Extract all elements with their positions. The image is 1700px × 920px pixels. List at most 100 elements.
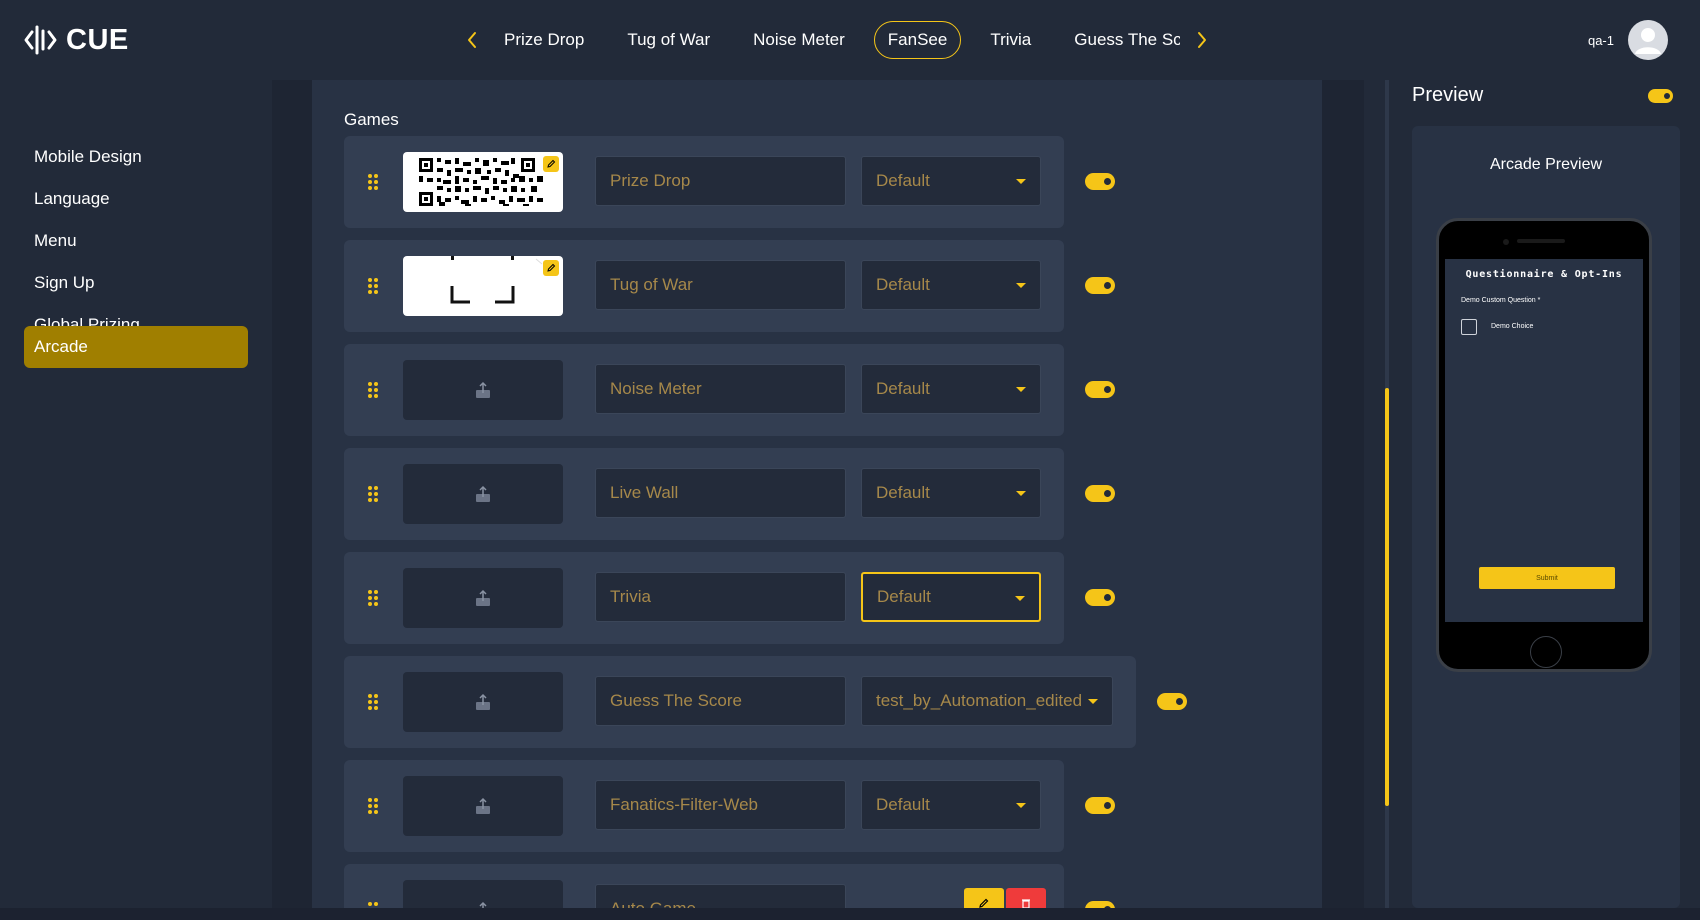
tab-tug-of-war[interactable]: Tug of War — [613, 21, 724, 59]
sidebar-item-sign-up[interactable]: Sign Up — [24, 262, 248, 304]
game-name-input[interactable] — [595, 156, 846, 206]
upload-icon — [476, 485, 490, 502]
game-name-input[interactable] — [595, 884, 846, 908]
games-panel: Games Prize Drop Default Tug of War Defa… — [312, 80, 1322, 908]
choice-checkbox[interactable] — [1461, 319, 1477, 335]
bottom-strip — [0, 908, 1700, 920]
user-name: qa-1 — [1587, 32, 1614, 48]
game-row: Default — [344, 240, 1115, 332]
drag-handle-icon[interactable] — [368, 590, 378, 606]
upload-icon — [479, 901, 487, 908]
user-icon — [1635, 28, 1661, 54]
theme-select[interactable]: Default — [861, 780, 1041, 830]
edit-thumbnail-button[interactable] — [543, 156, 559, 172]
theme-select[interactable]: Default — [861, 572, 1041, 622]
delete-game-button[interactable] — [1006, 888, 1046, 908]
tab-fansee[interactable]: FanSee — [873, 21, 962, 59]
upload-icon — [476, 589, 490, 606]
games-title: Games — [344, 110, 399, 129]
theme-select[interactable]: test_by_Automation_edited — [861, 676, 1113, 726]
tabs-prev-button[interactable] — [462, 26, 482, 54]
game-name-input[interactable] — [595, 260, 846, 310]
drag-handle-icon[interactable] — [368, 486, 378, 502]
game-name-input[interactable] — [595, 780, 846, 830]
game-enabled-toggle[interactable] — [1157, 693, 1187, 710]
corner-frame-image — [450, 256, 543, 304]
game-name-input[interactable] — [595, 676, 846, 726]
caret-down-icon — [1088, 699, 1098, 704]
drag-handle-icon[interactable] — [368, 278, 378, 294]
caret-down-icon — [1016, 179, 1026, 184]
drag-handle-icon[interactable] — [368, 798, 378, 814]
scrollbar[interactable] — [1385, 80, 1389, 908]
theme-select-value: Default — [876, 379, 930, 398]
sidebar-item-menu[interactable]: Menu — [24, 220, 248, 262]
caret-down-icon — [1016, 803, 1026, 808]
phone-camera — [1503, 239, 1509, 245]
drag-handle-icon[interactable] — [368, 382, 378, 398]
submit-button[interactable]: Submit — [1479, 567, 1615, 589]
edit-thumbnail-button[interactable] — [543, 260, 559, 276]
tabs-next-button[interactable] — [1192, 26, 1212, 54]
user-menu[interactable]: qa-1 — [1588, 20, 1668, 60]
phone-speaker — [1517, 239, 1565, 243]
caret-down-icon — [1016, 387, 1026, 392]
upload-thumbnail-button[interactable] — [403, 776, 563, 836]
upload-thumbnail-button[interactable] — [403, 360, 563, 420]
caret-down-icon — [1016, 491, 1026, 496]
tab-guess-the-score[interactable]: Guess The Score — [1060, 21, 1180, 59]
upload-thumbnail-button[interactable] — [403, 568, 563, 628]
theme-select[interactable]: Default — [861, 364, 1041, 414]
edit-icon — [979, 898, 989, 908]
upload-thumbnail-button[interactable] — [403, 672, 563, 732]
trash-icon — [1022, 899, 1030, 908]
sidebar-item-language[interactable]: Language — [24, 178, 248, 220]
phone-mockup: Questionnaire & Opt-Ins Demo Custom Ques… — [1436, 218, 1652, 672]
game-enabled-toggle[interactable] — [1085, 173, 1115, 190]
game-name-input[interactable] — [595, 364, 846, 414]
qr-code-image — [417, 156, 547, 208]
game-enabled-toggle[interactable] — [1085, 277, 1115, 294]
sidebar-item-mobile-design[interactable]: Mobile Design — [24, 136, 248, 178]
sidebar-item-arcade[interactable]: Arcade — [24, 326, 248, 368]
theme-select-value: Default — [876, 795, 930, 814]
theme-select[interactable]: Default — [861, 468, 1041, 518]
caret-down-icon — [1016, 283, 1026, 288]
theme-select[interactable]: Default — [861, 156, 1041, 206]
game-name-input[interactable] — [595, 468, 846, 518]
tab-trivia[interactable]: Trivia — [976, 21, 1045, 59]
edit-game-button[interactable] — [964, 888, 1004, 908]
logo[interactable]: CUE — [24, 20, 129, 60]
chevron-left-icon — [468, 32, 476, 48]
drag-handle-icon[interactable] — [368, 694, 378, 710]
game-row — [344, 864, 1115, 908]
game-enabled-toggle[interactable] — [1085, 589, 1115, 606]
main-area: Games Prize Drop Default Tug of War Defa… — [272, 80, 1364, 908]
preview-panel: Arcade Preview Questionnaire & Opt-Ins D… — [1412, 126, 1680, 908]
upload-thumbnail-button[interactable] — [403, 880, 563, 908]
pencil-icon — [547, 159, 556, 168]
drag-handle-icon[interactable] — [368, 174, 378, 190]
game-tabs: Prize Drop Tug of War Noise Meter FanSee… — [490, 20, 1180, 60]
game-row: test_by_Automation_edited — [344, 656, 1187, 748]
game-enabled-toggle[interactable] — [1085, 381, 1115, 398]
game-name-input[interactable] — [595, 572, 846, 622]
tab-prize-drop[interactable]: Prize Drop — [490, 21, 598, 59]
choice-label: Demo Choice — [1491, 323, 1534, 330]
game-thumbnail[interactable] — [403, 152, 563, 212]
upload-icon — [476, 381, 490, 398]
theme-select[interactable]: Default — [861, 260, 1041, 310]
game-row: Default — [344, 448, 1115, 540]
game-row: Default — [344, 136, 1115, 228]
game-thumbnail[interactable] — [403, 256, 563, 316]
scrollbar-thumb[interactable] — [1385, 388, 1389, 806]
upload-thumbnail-button[interactable] — [403, 464, 563, 524]
game-enabled-toggle[interactable] — [1085, 485, 1115, 502]
game-enabled-toggle[interactable] — [1085, 797, 1115, 814]
avatar[interactable] — [1628, 20, 1668, 60]
game-row: Default — [344, 552, 1115, 644]
logo-text: CUE — [66, 23, 129, 56]
game-enabled-toggle[interactable] — [1085, 901, 1115, 908]
tab-noise-meter[interactable]: Noise Meter — [739, 21, 859, 59]
preview-toggle[interactable] — [1648, 89, 1673, 103]
